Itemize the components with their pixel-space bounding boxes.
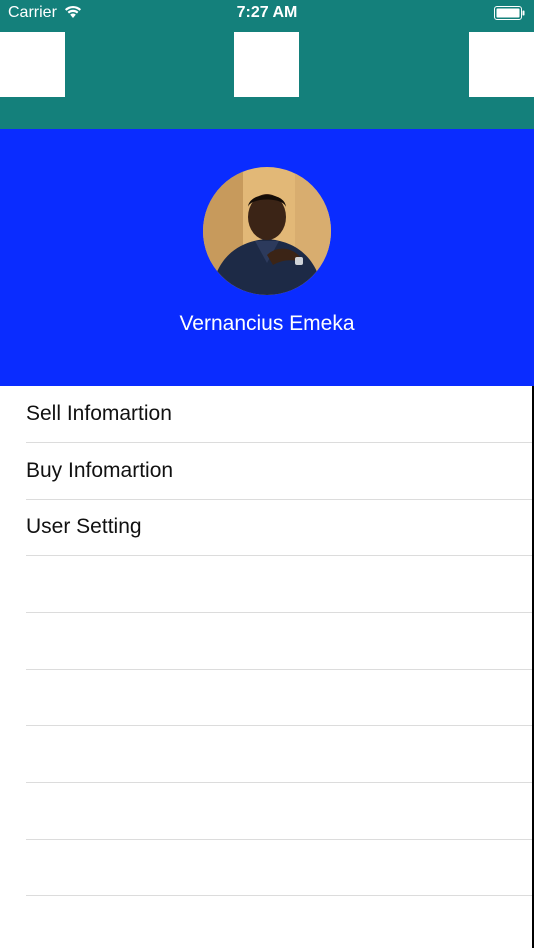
menu-item-label: Sell Infomartion [26, 402, 172, 425]
empty-row [0, 613, 534, 670]
avatar-photo [203, 167, 331, 295]
empty-row [0, 839, 534, 896]
nav-button-left[interactable] [0, 32, 65, 97]
top-bar: Carrier 7:27 AM [0, 0, 534, 129]
empty-row [0, 783, 534, 840]
nav-button-right[interactable] [469, 32, 534, 97]
profile-header: Vernancius Emeka [0, 129, 534, 386]
menu-item-sell-information[interactable]: Sell Infomartion [0, 386, 534, 443]
menu-item-label: Buy Infomartion [26, 459, 174, 482]
profile-name: Vernancius Emeka [179, 312, 355, 335]
empty-row [0, 556, 534, 613]
nav-button-center[interactable] [234, 32, 299, 97]
battery-icon [494, 6, 525, 20]
menu-item-buy-information[interactable]: Buy Infomartion [0, 443, 534, 500]
empty-row [0, 669, 534, 726]
status-bar: Carrier 7:27 AM [0, 0, 534, 28]
avatar[interactable] [203, 167, 331, 295]
menu-item-user-setting[interactable]: User Setting [0, 499, 534, 556]
row-divider [26, 895, 534, 896]
status-time: 7:27 AM [236, 4, 298, 21]
menu-list: Sell Infomartion Buy Infomartion User Se… [0, 386, 534, 948]
empty-row [0, 726, 534, 783]
menu-item-label: User Setting [26, 515, 142, 538]
